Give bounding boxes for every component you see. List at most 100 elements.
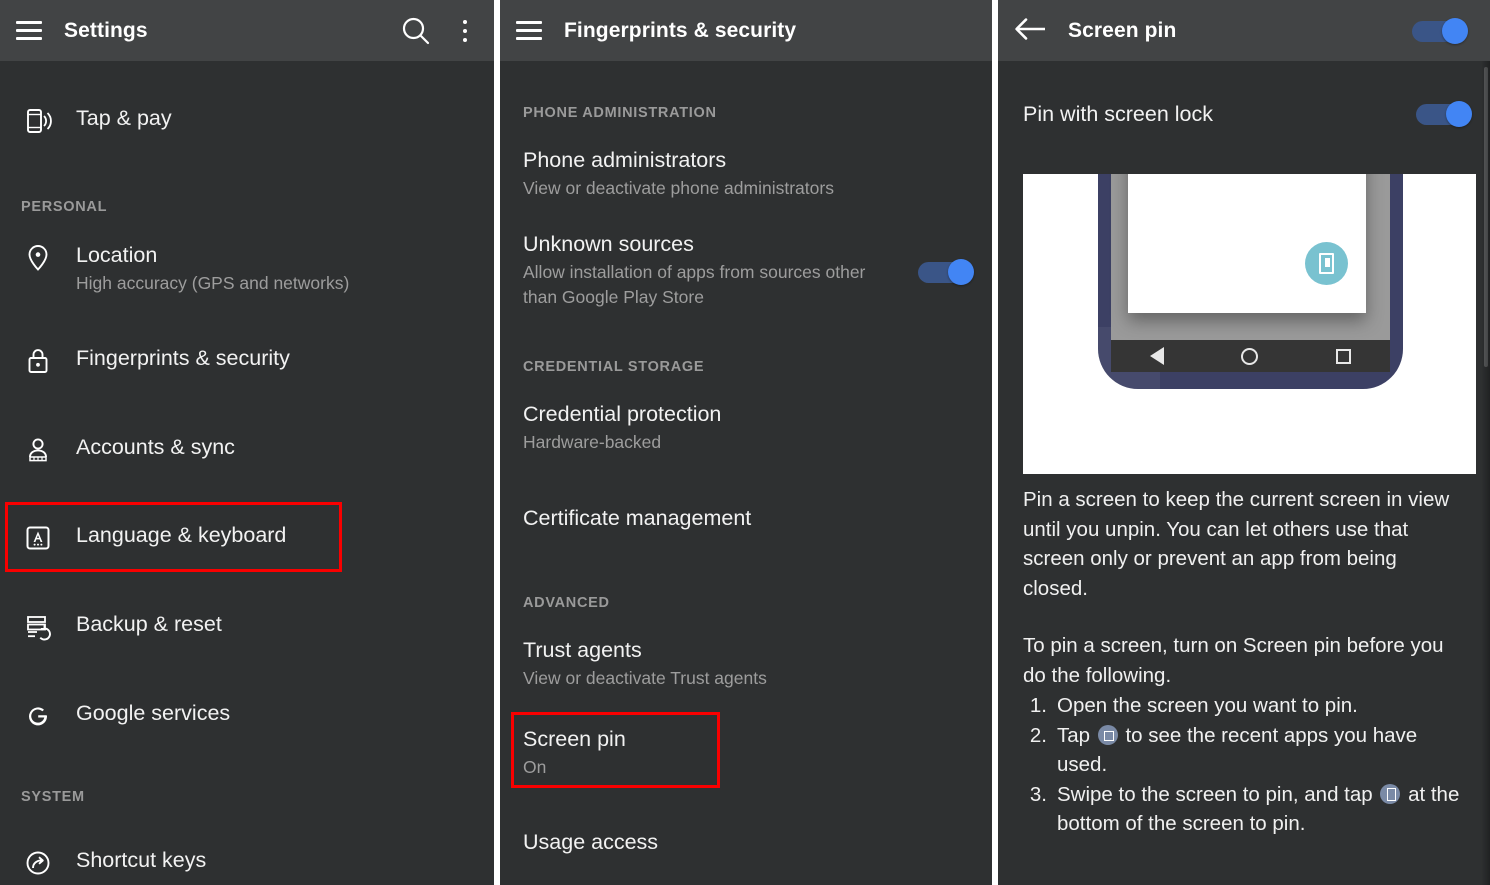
page-title: Screen pin bbox=[1068, 18, 1177, 42]
security-item-text: Certificate management bbox=[500, 505, 992, 532]
settings-item-title: Shortcut keys bbox=[76, 848, 207, 872]
screen-pin-paragraph-3-partial: After pinning a screen, swipe the screen… bbox=[1023, 879, 1466, 885]
screen-pin-paragraph-1: Pin a screen to keep the current screen … bbox=[1023, 488, 1450, 600]
settings-item-google-services[interactable]: Google services bbox=[0, 699, 494, 733]
security-item-subtitle: On bbox=[523, 757, 547, 777]
settings-item-backup-reset[interactable]: Backup & reset bbox=[0, 610, 494, 644]
hamburger-menu-icon[interactable] bbox=[516, 21, 542, 40]
nav-back-icon bbox=[1149, 347, 1164, 365]
toggle-thumb bbox=[1442, 17, 1468, 44]
list-item: 1. Open the screen you want to pin. bbox=[1023, 691, 1468, 721]
panel-fingerprints-security: Fingerprints & security PHONE ADMINISTRA… bbox=[500, 0, 992, 885]
hamburger-menu-icon[interactable] bbox=[16, 21, 42, 40]
illustration-navbar bbox=[1111, 340, 1390, 372]
pin-with-screen-lock-label: Pin with screen lock bbox=[1023, 101, 1213, 126]
security-item-certificate-management[interactable]: Certificate management bbox=[500, 505, 992, 532]
step-text: Swipe to the screen to pin, and tap at t… bbox=[1057, 780, 1468, 839]
settings-list: Tap & pay PERSONAL Location High accurac… bbox=[0, 61, 494, 885]
security-item-text: Screen pin On bbox=[500, 726, 992, 780]
settings-item-title: Backup & reset bbox=[76, 612, 222, 636]
settings-item-subtitle: High accuracy (GPS and networks) bbox=[76, 273, 350, 293]
security-item-subtitle: Hardware-backed bbox=[523, 432, 662, 452]
vertical-scrollbar[interactable] bbox=[1484, 67, 1488, 367]
step-text-before: Open the screen you want to pin. bbox=[1057, 694, 1358, 717]
settings-item-title: Tap & pay bbox=[76, 106, 172, 130]
list-item: 3. Swipe to the screen to pin, and tap a… bbox=[1023, 780, 1468, 839]
page-title: Fingerprints & security bbox=[564, 18, 797, 42]
screen-pin-master-toggle[interactable] bbox=[1412, 17, 1468, 44]
settings-toolbar: Settings bbox=[0, 0, 494, 61]
group-header-advanced: ADVANCED bbox=[523, 595, 610, 611]
security-item-title: Screen pin bbox=[523, 727, 626, 751]
location-pin-icon bbox=[21, 241, 55, 275]
panel-settings: Settings Tap & pay PERSONAL Location Hig… bbox=[0, 0, 494, 885]
settings-item-text: Backup & reset bbox=[76, 610, 222, 637]
security-item-text: Trust agents View or deactivate Trust ag… bbox=[500, 637, 992, 691]
page-title: Settings bbox=[64, 18, 148, 42]
settings-item-title: Google services bbox=[76, 701, 231, 725]
security-item-title: Phone administrators bbox=[523, 148, 727, 172]
security-item-text: Phone administrators View or deactivate … bbox=[500, 147, 992, 201]
screen-pin-illustration bbox=[1023, 174, 1476, 474]
security-item-credential-protection[interactable]: Credential protection Hardware-backed bbox=[500, 401, 992, 455]
back-arrow-icon[interactable] bbox=[1014, 16, 1048, 46]
unknown-sources-toggle[interactable] bbox=[918, 259, 974, 285]
toggle-thumb bbox=[1446, 101, 1472, 127]
toggle-thumb bbox=[948, 259, 974, 285]
security-item-title: Certificate management bbox=[523, 506, 752, 530]
security-item-phone-administrators[interactable]: Phone administrators View or deactivate … bbox=[500, 147, 992, 201]
security-item-trust-agents[interactable]: Trust agents View or deactivate Trust ag… bbox=[500, 637, 992, 691]
security-item-title: Trust agents bbox=[523, 638, 642, 662]
group-header-credential-storage: CREDENTIAL STORAGE bbox=[523, 359, 705, 375]
settings-item-title: Language & keyboard bbox=[76, 523, 287, 547]
pin-with-screen-lock-toggle[interactable] bbox=[1416, 101, 1472, 127]
panel-screen-pin: Screen pin Pin with screen lock Pin a sc… bbox=[998, 0, 1490, 885]
nav-recents-icon bbox=[1336, 348, 1352, 364]
security-item-text: Credential protection Hardware-backed bbox=[500, 401, 992, 455]
pin-icon bbox=[1380, 783, 1401, 804]
overflow-menu-icon[interactable] bbox=[452, 11, 478, 51]
shortcut-keys-icon bbox=[21, 846, 55, 880]
three-panel-screenshot: Settings Tap & pay PERSONAL Location Hig… bbox=[0, 0, 1490, 885]
security-item-title: Credential protection bbox=[523, 402, 722, 426]
security-item-usage-access[interactable]: Usage access bbox=[500, 829, 992, 856]
security-item-title: Unknown sources bbox=[523, 232, 694, 256]
settings-item-tap-and-pay[interactable]: Tap & pay bbox=[0, 104, 494, 138]
search-icon[interactable] bbox=[396, 11, 436, 51]
step-number: 2. bbox=[1029, 723, 1047, 747]
settings-item-fingerprints-security[interactable]: Fingerprints & security bbox=[0, 344, 494, 378]
group-header-personal: PERSONAL bbox=[21, 199, 108, 215]
language-keyboard-icon bbox=[21, 521, 55, 555]
settings-item-text: Location High accuracy (GPS and networks… bbox=[76, 241, 349, 295]
list-item: 2. Tap to see the recent apps you have u… bbox=[1023, 721, 1468, 780]
step-text-before: Swipe to the screen to pin, and tap bbox=[1057, 782, 1379, 806]
security-item-subtitle: Allow installation of apps from sources … bbox=[523, 262, 866, 307]
tap-and-pay-icon bbox=[21, 104, 55, 138]
step-text: Tap to see the recent apps you have used… bbox=[1057, 721, 1468, 780]
settings-item-location[interactable]: Location High accuracy (GPS and networks… bbox=[0, 241, 494, 295]
settings-item-text: Google services bbox=[76, 699, 230, 726]
backup-reset-icon bbox=[21, 610, 55, 644]
screen-pin-content: Pin with screen lock Pin a screen to kee… bbox=[998, 61, 1490, 885]
settings-item-title: Location bbox=[76, 243, 158, 267]
screen-pin-paragraph-2: To pin a screen, turn on Screen pin befo… bbox=[1023, 634, 1444, 687]
pin-screen-fab-icon bbox=[1305, 242, 1348, 285]
group-header-phone-administration: PHONE ADMINISTRATION bbox=[523, 105, 717, 121]
step-number: 3. bbox=[1029, 782, 1047, 806]
security-item-subtitle: View or deactivate phone administrators bbox=[523, 178, 834, 198]
google-g-icon bbox=[21, 699, 55, 733]
settings-item-accounts-sync[interactable]: Accounts & sync bbox=[0, 433, 494, 467]
security-item-text: Usage access bbox=[500, 829, 992, 856]
settings-item-shortcut-keys[interactable]: Shortcut keys bbox=[0, 846, 494, 880]
settings-item-title: Fingerprints & security bbox=[76, 346, 290, 370]
security-item-subtitle: View or deactivate Trust agents bbox=[523, 668, 767, 688]
security-list: PHONE ADMINISTRATION Phone administrator… bbox=[500, 61, 992, 885]
nav-home-icon bbox=[1241, 347, 1259, 365]
security-item-screen-pin[interactable]: Screen pin On bbox=[500, 726, 992, 780]
settings-item-language-keyboard[interactable]: Language & keyboard bbox=[0, 521, 494, 555]
security-toolbar: Fingerprints & security bbox=[500, 0, 992, 61]
security-item-title: Usage access bbox=[523, 830, 659, 854]
group-header-system: SYSTEM bbox=[21, 789, 85, 805]
screen-pin-toolbar: Screen pin bbox=[998, 0, 1490, 61]
lock-icon bbox=[21, 344, 55, 378]
